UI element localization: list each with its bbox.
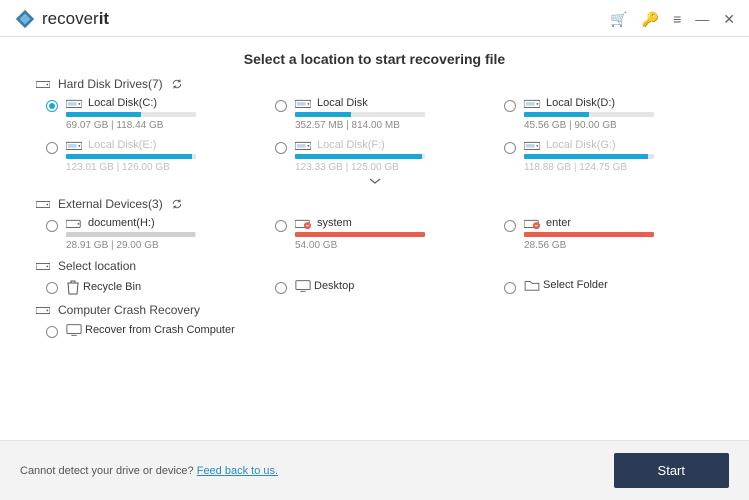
- drive-label: enter: [546, 217, 571, 229]
- usage-bar: [295, 154, 425, 159]
- drive-label: Local Disk(G:): [546, 139, 616, 151]
- section-loc: Select location: [36, 259, 713, 273]
- usage-text: 28.56 GB: [524, 240, 713, 251]
- recycle-bin-icon: [66, 279, 80, 295]
- drive-item[interactable]: Local Disk 352.57 MB | 814.00 MB: [275, 97, 484, 131]
- minimize-icon[interactable]: —: [695, 12, 709, 26]
- hdd-icon: [36, 260, 50, 272]
- footer-text: Cannot detect your drive or device? Feed…: [20, 465, 278, 477]
- start-button[interactable]: Start: [614, 453, 729, 488]
- radio[interactable]: [275, 142, 287, 154]
- key-icon[interactable]: 🔑: [642, 12, 659, 26]
- usage-text: 28.91 GB | 29.00 GB: [66, 240, 255, 251]
- usage-bar: [66, 232, 196, 237]
- location-label: Desktop: [314, 280, 354, 292]
- ext-item[interactable]: document(H:) 28.91 GB | 29.00 GB: [46, 217, 255, 251]
- usage-bar: [524, 112, 654, 117]
- section-hdd: Hard Disk Drives(7): [36, 77, 713, 91]
- menu-icon[interactable]: ≡: [673, 12, 681, 26]
- page-title: Select a location to start recovering fi…: [36, 51, 713, 67]
- radio[interactable]: [46, 282, 58, 294]
- drive-icon: [524, 139, 540, 151]
- location-item[interactable]: Recycle Bin: [46, 279, 255, 295]
- radio[interactable]: [275, 100, 287, 112]
- usage-text: 45.56 GB | 90.00 GB: [524, 120, 713, 131]
- usage-bar: [524, 154, 654, 159]
- usage-bar: [295, 112, 425, 117]
- location-label: Select Folder: [543, 279, 608, 291]
- section-crash: Computer Crash Recovery: [36, 303, 713, 317]
- crash-item[interactable]: Recover from Crash Computer: [46, 323, 255, 338]
- usage-bar: [524, 232, 654, 237]
- usage-text: 123.33 GB | 125.00 GB: [295, 162, 484, 173]
- drive-error-icon: [524, 217, 540, 229]
- usage-text: 123.01 GB | 126.00 GB: [66, 162, 255, 173]
- refresh-icon[interactable]: [171, 78, 183, 90]
- drive-label: system: [317, 217, 352, 229]
- drive-label: Local Disk(D:): [546, 97, 615, 109]
- usage-text: 352.57 MB | 814.00 MB: [295, 120, 484, 131]
- drive-item[interactable]: Local Disk(F:) 123.33 GB | 125.00 GB: [275, 139, 484, 173]
- app-logo: recoverit: [14, 8, 109, 30]
- drive-label: document(H:): [88, 217, 155, 229]
- drive-label: Local Disk(F:): [317, 139, 385, 151]
- expand-toggle[interactable]: [36, 175, 713, 189]
- radio[interactable]: [46, 326, 58, 338]
- drive-error-icon: [295, 217, 311, 229]
- hdd-icon: [36, 78, 50, 90]
- refresh-icon[interactable]: [171, 198, 183, 210]
- cart-icon[interactable]: 🛒: [610, 12, 627, 26]
- radio[interactable]: [46, 142, 58, 154]
- ext-item[interactable]: system 54.00 GB: [275, 217, 484, 251]
- radio[interactable]: [46, 220, 58, 232]
- drive-item[interactable]: Local Disk(C:) 69.07 GB | 118.44 GB: [46, 97, 255, 131]
- drive-item[interactable]: Local Disk(E:) 123.01 GB | 126.00 GB: [46, 139, 255, 173]
- drive-icon: [66, 97, 82, 109]
- drive-label: Local Disk: [317, 97, 368, 109]
- monitor-icon: [66, 323, 82, 337]
- crash-label: Recover from Crash Computer: [85, 324, 235, 336]
- desktop-icon: [295, 279, 311, 293]
- radio[interactable]: [46, 100, 58, 112]
- radio[interactable]: [504, 100, 516, 112]
- hdd-icon: [36, 198, 50, 210]
- location-item[interactable]: Desktop: [275, 279, 484, 295]
- hdd-icon: [36, 304, 50, 316]
- feedback-link[interactable]: Feed back to us.: [197, 465, 278, 477]
- usage-bar: [295, 232, 425, 237]
- section-ext: External Devices(3): [36, 197, 713, 211]
- drive-error-icon: [66, 217, 82, 229]
- chevron-down-icon: [368, 176, 382, 186]
- drive-item[interactable]: Local Disk(D:) 45.56 GB | 90.00 GB: [504, 97, 713, 131]
- usage-bar: [66, 112, 196, 117]
- drive-icon: [66, 139, 82, 151]
- location-item[interactable]: Select Folder: [504, 279, 713, 295]
- drive-icon: [295, 139, 311, 151]
- drive-item[interactable]: Local Disk(G:) 118.88 GB | 124.75 GB: [504, 139, 713, 173]
- usage-text: 69.07 GB | 118.44 GB: [66, 120, 255, 131]
- drive-icon: [524, 97, 540, 109]
- logo-icon: [14, 8, 36, 30]
- radio[interactable]: [275, 220, 287, 232]
- usage-text: 54.00 GB: [295, 240, 484, 251]
- drive-icon: [295, 97, 311, 109]
- usage-text: 118.88 GB | 124.75 GB: [524, 162, 713, 173]
- folder-icon: [524, 279, 540, 291]
- usage-bar: [66, 154, 196, 159]
- radio[interactable]: [504, 282, 516, 294]
- radio[interactable]: [504, 220, 516, 232]
- radio[interactable]: [504, 142, 516, 154]
- drive-label: Local Disk(C:): [88, 97, 157, 109]
- drive-label: Local Disk(E:): [88, 139, 156, 151]
- close-icon[interactable]: ✕: [723, 12, 735, 26]
- location-label: Recycle Bin: [83, 281, 141, 293]
- ext-item[interactable]: enter 28.56 GB: [504, 217, 713, 251]
- radio[interactable]: [275, 282, 287, 294]
